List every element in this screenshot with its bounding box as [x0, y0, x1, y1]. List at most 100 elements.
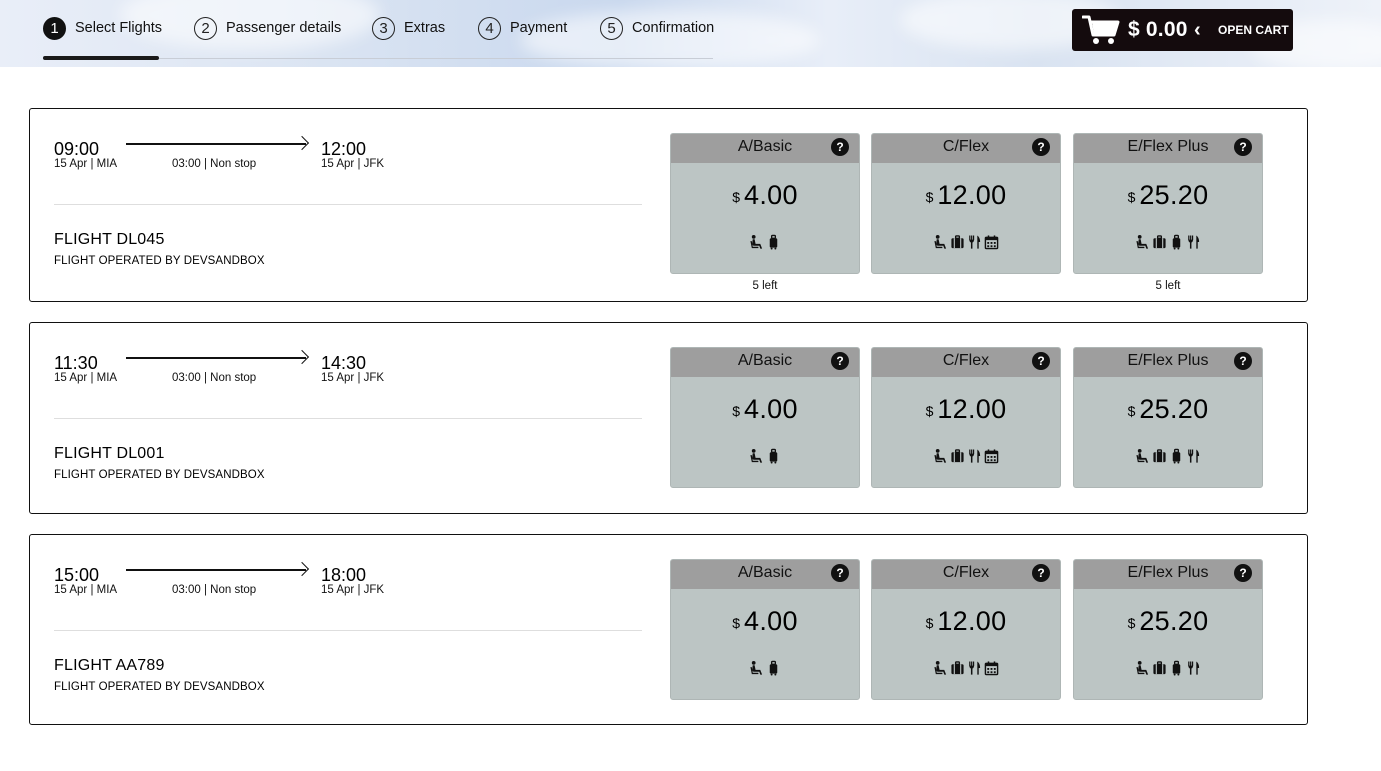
help-icon[interactable]: ?: [831, 564, 849, 582]
help-icon[interactable]: ?: [1234, 352, 1252, 370]
step-number: 1: [43, 16, 66, 40]
step-extras[interactable]: 3 Extras: [372, 16, 445, 40]
help-icon[interactable]: ?: [1234, 138, 1252, 156]
fare-option-e-flex-plus[interactable]: E/Flex Plus ? $25.20: [1073, 559, 1263, 700]
fare-name: A/Basic: [737, 352, 793, 369]
divider: [54, 418, 642, 419]
amenities-list: [671, 660, 859, 676]
amenities-list: [872, 448, 1060, 464]
price-amount: 25.20: [1139, 606, 1209, 636]
seat-icon: [933, 660, 948, 676]
suitcase-icon: [1152, 234, 1167, 250]
cart-total: $ 0.00: [1128, 18, 1188, 41]
suitcase-icon: [950, 448, 965, 464]
seat-icon: [1135, 448, 1150, 464]
arrow-right-icon: [126, 569, 306, 571]
help-icon[interactable]: ?: [1032, 564, 1050, 582]
fare-header: C/Flex ?: [872, 348, 1060, 377]
luggage-icon: [766, 660, 781, 676]
arrival-info: 15 Apr | JFK: [321, 584, 385, 596]
fare-price: $25.20: [1074, 394, 1262, 425]
fare-option-a-basic[interactable]: A/Basic ? $4.00: [670, 347, 860, 488]
departure-info: 15 Apr | MIA: [54, 158, 118, 170]
booking-steps: 1 Select Flights 2 Passenger details 3 E…: [43, 16, 714, 60]
fare-option-c-flex[interactable]: C/Flex ? $12.00: [871, 347, 1061, 488]
luggage-icon: [1169, 660, 1184, 676]
flight-duration: 03:00 | Non stop: [172, 584, 257, 596]
seat-icon: [749, 660, 764, 676]
step-number: 4: [478, 16, 501, 40]
help-icon[interactable]: ?: [1234, 564, 1252, 582]
luggage-icon: [1169, 234, 1184, 250]
amenities-list: [1074, 660, 1262, 676]
amenities-list: [1074, 448, 1262, 464]
arrival-time: 18:00: [321, 565, 367, 585]
step-passenger-details[interactable]: 2 Passenger details: [194, 16, 341, 40]
help-icon[interactable]: ?: [1032, 352, 1050, 370]
fare-option-c-flex[interactable]: C/Flex ? $12.00: [871, 559, 1061, 700]
step-label: Passenger details: [226, 20, 342, 36]
open-cart-button[interactable]: $ 0.00 ‹ OPEN CART: [1072, 9, 1293, 51]
fare-price: $25.20: [1074, 606, 1262, 637]
flight-card: 09:00 15 Apr | MIA 03:00 | Non stop 12:00 15…: [29, 108, 1308, 302]
step-confirmation[interactable]: 5 Confirmation: [600, 16, 714, 40]
step-payment[interactable]: 4 Payment: [478, 16, 567, 40]
arrow-right-icon: [126, 357, 306, 359]
calendar-icon: [984, 660, 999, 676]
seat-icon: [933, 234, 948, 250]
fare-price: $4.00: [671, 180, 859, 211]
amenities-list: [671, 234, 859, 250]
chevron-left-icon: ‹: [1194, 19, 1201, 41]
price-amount: 12.00: [937, 180, 1007, 210]
departure-info: 15 Apr | MIA: [54, 584, 118, 596]
step-select-flights[interactable]: 1 Select Flights: [43, 16, 162, 40]
fare-option-a-basic[interactable]: A/Basic ? $4.00: [670, 559, 860, 700]
arrival-info: 15 Apr | JFK: [321, 158, 385, 170]
currency-symbol: $: [1127, 189, 1136, 205]
seat-icon: [1135, 234, 1150, 250]
departure-time: 15:00: [54, 565, 100, 585]
flight-card: 11:30 15 Apr | MIA 03:00 | Non stop 14:30 15…: [29, 322, 1308, 514]
step-number: 3: [372, 16, 395, 40]
header-bar: 1 Select Flights 2 Passenger details 3 E…: [0, 0, 1381, 67]
fare-option-e-flex-plus[interactable]: E/Flex Plus ? $25.20: [1073, 133, 1263, 274]
meal-icon: [967, 660, 982, 676]
luggage-icon: [766, 234, 781, 250]
meal-icon: [1186, 234, 1201, 250]
seat-icon: [933, 448, 948, 464]
price-amount: 12.00: [937, 394, 1007, 424]
seat-icon: [1135, 660, 1150, 676]
fare-option-a-basic[interactable]: A/Basic ? $4.00: [670, 133, 860, 274]
divider: [54, 204, 642, 205]
seats-left: 5 left: [752, 280, 778, 292]
currency-symbol: $: [925, 615, 934, 631]
suitcase-icon: [950, 234, 965, 250]
fare-option-c-flex[interactable]: C/Flex ? $12.00: [871, 133, 1061, 274]
suitcase-icon: [1152, 448, 1167, 464]
calendar-icon: [984, 234, 999, 250]
fare-header: A/Basic ?: [671, 560, 859, 589]
currency-symbol: $: [1127, 615, 1136, 631]
operator-text: FLIGHT OPERATED BY DEVSANDBOX: [54, 469, 265, 481]
fare-option-e-flex-plus[interactable]: E/Flex Plus ? $25.20: [1073, 347, 1263, 488]
help-icon[interactable]: ?: [1032, 138, 1050, 156]
amenities-list: [872, 234, 1060, 250]
meal-icon: [967, 448, 982, 464]
step-number: 2: [194, 16, 217, 40]
price-amount: 4.00: [744, 394, 798, 424]
calendar-icon: [984, 448, 999, 464]
step-number: 5: [600, 16, 623, 40]
flight-number: FLIGHT DL001: [54, 445, 165, 462]
arrival-time: 12:00: [321, 139, 367, 159]
fare-price: $4.00: [671, 394, 859, 425]
help-icon[interactable]: ?: [831, 352, 849, 370]
currency-symbol: $: [732, 403, 741, 419]
step-label: Payment: [510, 20, 568, 36]
help-icon[interactable]: ?: [831, 138, 849, 156]
price-amount: 4.00: [744, 606, 798, 636]
fare-price: $25.20: [1074, 180, 1262, 211]
fare-header: A/Basic ?: [671, 134, 859, 163]
price-amount: 12.00: [937, 606, 1007, 636]
flight-number: FLIGHT AA789: [54, 657, 165, 674]
departure-info: 15 Apr | MIA: [54, 372, 118, 384]
